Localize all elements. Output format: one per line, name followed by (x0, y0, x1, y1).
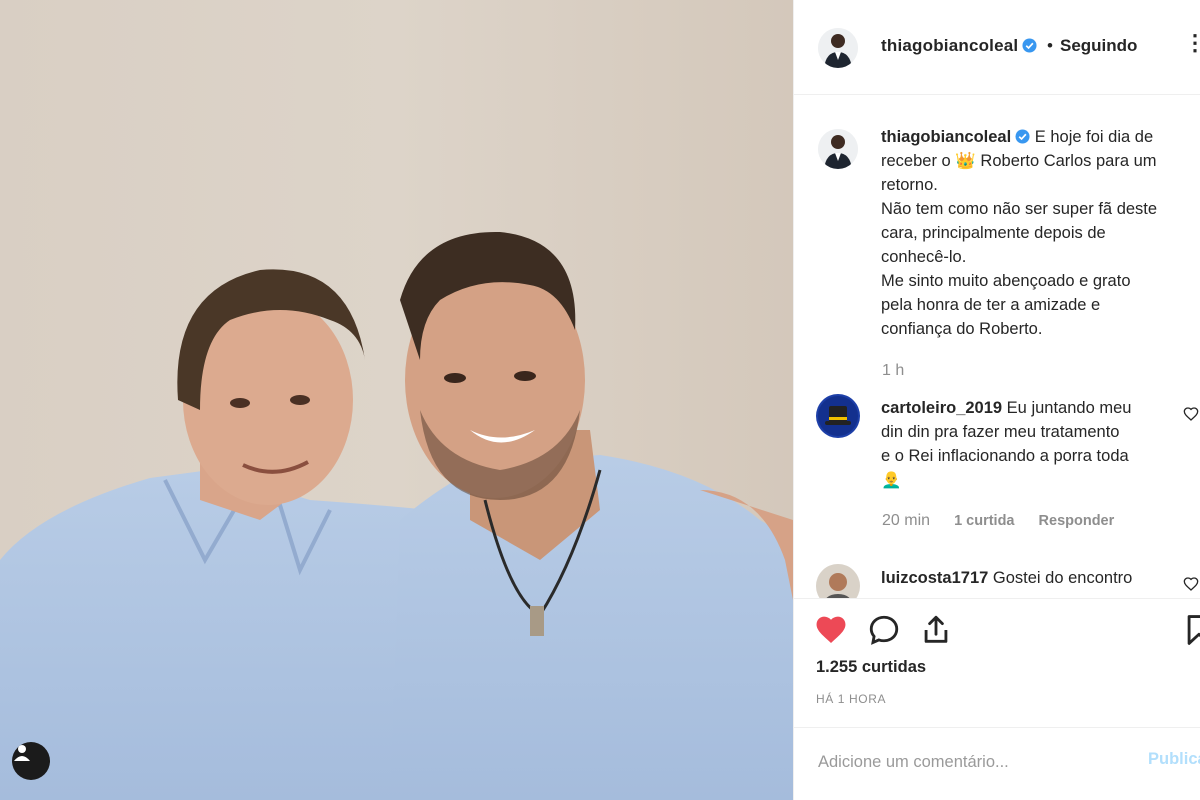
person-avatar-icon (818, 28, 858, 68)
person-avatar-icon (818, 129, 858, 169)
caption-line: conhecê-lo. (881, 248, 967, 266)
separator-dot: • (1047, 36, 1053, 55)
author-username[interactable]: thiagobiancoleal (881, 36, 1037, 56)
top-hat-avatar-icon (816, 394, 860, 438)
user-icon (14, 745, 30, 761)
author-avatar[interactable] (818, 28, 858, 68)
more-options-icon[interactable]: ⋮ (1184, 30, 1200, 56)
caption-timestamp[interactable]: 1 h (882, 362, 904, 380)
post-time-ago[interactable]: HÁ 1 HORA (816, 692, 886, 706)
caption-username[interactable]: thiagobiancoleal (881, 128, 1011, 146)
caption-line: Me sinto muito abençoado e grato (881, 272, 1131, 290)
share-icon[interactable] (919, 613, 953, 647)
comment-input[interactable] (816, 746, 1120, 778)
verified-badge-icon (1015, 129, 1030, 144)
verified-badge-icon (1022, 38, 1037, 53)
post-sidebar: thiagobiancoleal • Seguindo ⋮ thiagobian… (793, 0, 1200, 800)
comment-likes[interactable]: 1 curtida (954, 513, 1014, 529)
author-username-text[interactable]: thiagobiancoleal (881, 36, 1018, 55)
publish-button[interactable]: Publicar (1148, 750, 1200, 769)
add-comment-bar: Publicar (794, 727, 1200, 800)
likes-count[interactable]: 1.255 curtidas (816, 658, 926, 677)
post-header: thiagobiancoleal • Seguindo ⋮ (794, 0, 1200, 95)
comment-line: Eu juntando meu (1006, 399, 1132, 417)
comment-line: Gostei do encontro (992, 569, 1133, 587)
caption-line: receber o 👑 Roberto Carlos para um (881, 152, 1157, 170)
comment-meta: 20 min 1 curtida Responder (882, 512, 1134, 530)
comment-line: e o Rei inflacionando a porra toda (881, 447, 1129, 465)
photo-illustration (0, 0, 793, 800)
like-comment-heart-icon[interactable] (1183, 576, 1199, 592)
post-actions: 1.255 curtidas HÁ 1 HORA Publicar (794, 598, 1200, 800)
comment-text: luizcosta1717 Gostei do encontro (881, 566, 1181, 590)
comment-bubble-icon[interactable] (867, 613, 901, 647)
caption-author-avatar[interactable] (818, 129, 858, 169)
caption-line: retorno. (881, 176, 938, 194)
comment-time[interactable]: 20 min (882, 512, 930, 529)
post-caption: thiagobiancoleal E hoje foi dia de receb… (881, 125, 1196, 341)
caption-line: pela honra de ter a amizade e (881, 296, 1101, 314)
comment-text: cartoleiro_2019 Eu juntando meu din din … (881, 396, 1181, 492)
comment-username[interactable]: luizcosta1717 (881, 569, 988, 587)
caption-line: confiança do Roberto. (881, 320, 1043, 338)
like-heart-icon[interactable] (814, 613, 848, 647)
reply-button[interactable]: Responder (1039, 513, 1115, 529)
caption-line: E hoje foi dia de (1034, 128, 1154, 146)
tagged-users-button[interactable] (12, 742, 50, 780)
post-photo[interactable] (0, 0, 793, 800)
follow-status-button[interactable]: Seguindo (1060, 36, 1137, 56)
caption-line: cara, principalmente depois de (881, 224, 1106, 242)
comment-username[interactable]: cartoleiro_2019 (881, 399, 1002, 417)
caption-line: Não tem como não ser super fã deste (881, 200, 1158, 218)
comment-emoji: 👨‍🦲 (881, 471, 902, 489)
save-bookmark-icon[interactable] (1182, 613, 1200, 647)
comment-line: din din pra fazer meu tratamento (881, 423, 1120, 441)
commenter-avatar[interactable] (816, 394, 860, 438)
like-comment-heart-icon[interactable] (1183, 406, 1199, 422)
